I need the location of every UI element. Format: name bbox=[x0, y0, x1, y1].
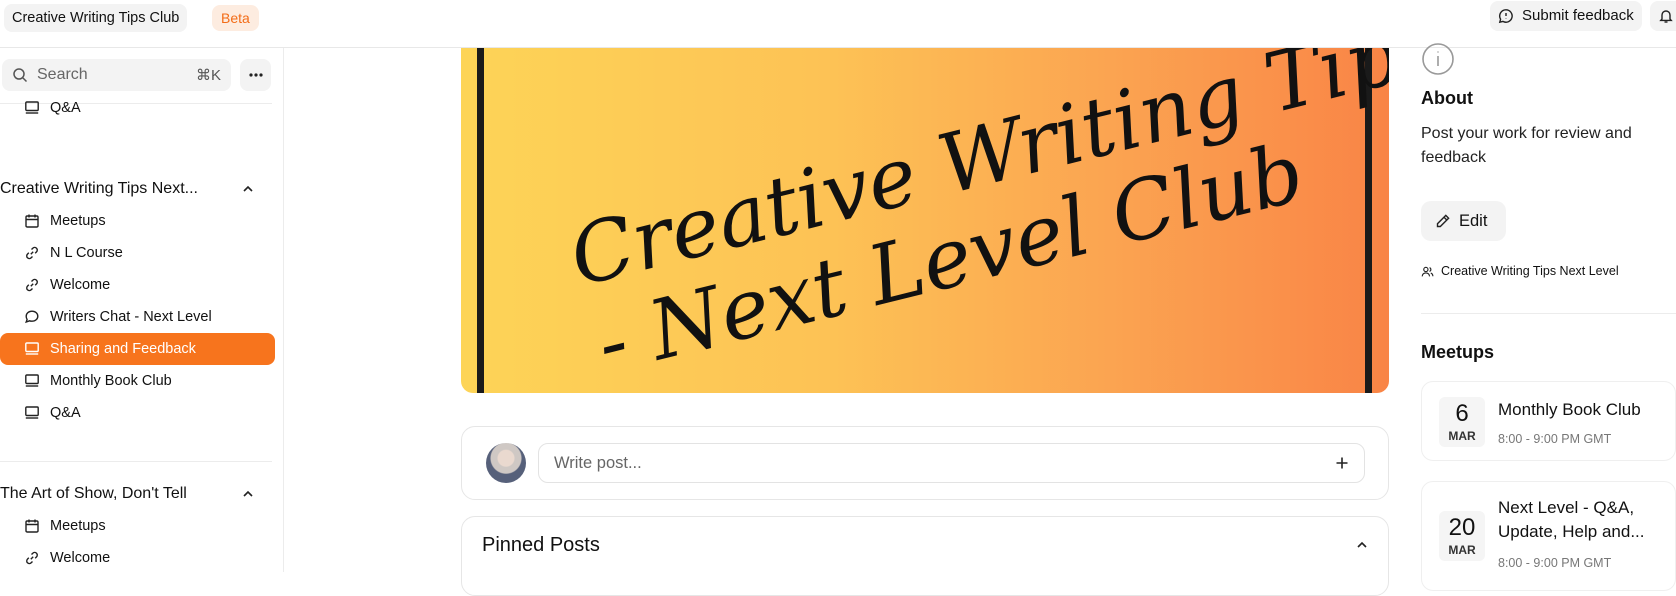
top-bar: Creative Writing Tips Club Beta Submit f… bbox=[0, 0, 1676, 48]
meetup-day: 20 bbox=[1448, 514, 1476, 541]
right-panel: About Post your work for review and feed… bbox=[1421, 43, 1676, 591]
sidebar-item-label: Q&A bbox=[50, 405, 81, 421]
about-title: About bbox=[1421, 88, 1473, 108]
community-link[interactable]: Creative Writing Tips Next Level bbox=[1421, 264, 1619, 278]
pinned-posts-card: Pinned Posts bbox=[461, 516, 1389, 596]
edit-button[interactable]: Edit bbox=[1421, 201, 1506, 241]
divider bbox=[0, 461, 272, 462]
sidebar-item-label: Meetups bbox=[50, 518, 106, 534]
sidebar-item-label: Sharing and Feedback bbox=[50, 341, 196, 357]
chevron-up-icon bbox=[243, 185, 253, 192]
sidebar-item-label: N L Course bbox=[50, 245, 123, 261]
link-icon bbox=[26, 246, 38, 260]
group-title: The Art of Show, Don't Tell bbox=[0, 485, 187, 502]
sidebar-item-writers-chat[interactable]: Writers Chat - Next Level bbox=[0, 301, 275, 333]
sidebar-item-label: Welcome bbox=[50, 550, 111, 566]
meetup-day: 6 bbox=[1455, 400, 1469, 427]
sidebar-item-label: Q&A bbox=[50, 100, 81, 116]
link-icon bbox=[26, 278, 38, 292]
more-options-button[interactable] bbox=[240, 59, 271, 91]
sidebar-item-welcome-2[interactable]: Welcome bbox=[0, 542, 275, 572]
meetup-date: 20 MAR bbox=[1439, 511, 1485, 561]
community-label: Creative Writing Tips Next Level bbox=[1441, 264, 1619, 278]
search-icon bbox=[13, 68, 28, 83]
search-input[interactable]: Search ⌘K bbox=[2, 59, 231, 91]
presentation-icon bbox=[25, 374, 39, 387]
info-icon bbox=[1422, 43, 1454, 75]
meetup-month: MAR bbox=[1448, 429, 1476, 443]
chat-icon bbox=[25, 310, 39, 324]
bell-icon bbox=[1659, 10, 1673, 23]
sidebar-item-meetups[interactable]: Meetups bbox=[0, 205, 275, 237]
write-post-placeholder: Write post... bbox=[554, 453, 642, 472]
group-title: Creative Writing Tips Next... bbox=[0, 180, 198, 197]
chevron-up-icon bbox=[243, 490, 253, 497]
sidebar-item-nl-course[interactable]: N L Course bbox=[0, 237, 275, 269]
meetup-time: 8:00 - 9:00 PM GMT bbox=[1498, 556, 1612, 570]
presentation-icon bbox=[25, 101, 39, 114]
sidebar-item-monthly-book-club[interactable]: Monthly Book Club bbox=[0, 365, 275, 397]
sidebar-item-meetups-2[interactable]: Meetups bbox=[0, 510, 275, 542]
sidebar-item-qa-top[interactable]: Q&A bbox=[0, 92, 275, 124]
search-shortcut: ⌘K bbox=[195, 67, 221, 84]
sidebar: Search ⌘K Q&A Creative Writing Tips Next… bbox=[0, 48, 284, 572]
plus-icon[interactable] bbox=[1334, 455, 1350, 471]
edit-label: Edit bbox=[1459, 211, 1488, 230]
group-art-of-show[interactable]: The Art of Show, Don't Tell bbox=[0, 480, 268, 508]
beta-badge: Beta bbox=[212, 5, 259, 31]
about-description: Post your work for review and feedback bbox=[1421, 125, 1632, 166]
cover-banner: Creative Writing Tips - Next Level Club bbox=[461, 48, 1389, 393]
club-name[interactable]: Creative Writing Tips Club bbox=[4, 4, 188, 32]
write-post-input[interactable]: Write post... bbox=[538, 443, 1365, 483]
users-icon bbox=[1421, 266, 1434, 276]
sidebar-item-welcome[interactable]: Welcome bbox=[0, 269, 275, 301]
sidebar-item-label: Meetups bbox=[50, 213, 106, 229]
write-post-card: Write post... bbox=[461, 426, 1389, 500]
calendar-icon bbox=[25, 519, 39, 533]
pencil-icon bbox=[1436, 214, 1450, 228]
meetup-title: Next Level - Q&A, Update, Help and... bbox=[1498, 498, 1645, 541]
divider bbox=[1421, 313, 1676, 314]
chevron-up-icon[interactable] bbox=[1356, 541, 1368, 549]
sidebar-item-label: Monthly Book Club bbox=[50, 373, 172, 389]
search-placeholder: Search bbox=[37, 66, 88, 83]
presentation-icon bbox=[25, 342, 39, 355]
meetups-title: Meetups bbox=[1421, 342, 1495, 362]
sidebar-item-sharing-feedback[interactable]: Sharing and Feedback bbox=[0, 333, 275, 365]
meetup-time: 8:00 - 9:00 PM GMT bbox=[1498, 432, 1612, 446]
more-icon bbox=[248, 73, 263, 77]
meetup-card[interactable]: 6 MAR Monthly Book Club 8:00 - 9:00 PM G… bbox=[1421, 381, 1676, 461]
submit-feedback-label: Submit feedback bbox=[1522, 7, 1634, 24]
feedback-icon bbox=[1498, 9, 1513, 24]
meetup-date: 6 MAR bbox=[1439, 397, 1485, 447]
meetup-month: MAR bbox=[1448, 543, 1476, 557]
submit-feedback-button[interactable]: Submit feedback bbox=[1490, 1, 1642, 31]
pinned-posts-title: Pinned Posts bbox=[482, 534, 600, 556]
presentation-icon bbox=[25, 406, 39, 419]
meetup-card[interactable]: 20 MAR Next Level - Q&A, Update, Help an… bbox=[1421, 481, 1676, 591]
meetup-title: Monthly Book Club bbox=[1498, 400, 1641, 419]
group-creative-writing-next[interactable]: Creative Writing Tips Next... bbox=[0, 175, 268, 203]
link-icon bbox=[26, 551, 38, 565]
calendar-icon bbox=[25, 214, 39, 228]
banner-text-art: Creative Writing Tips - Next Level Club bbox=[561, 48, 1389, 392]
avatar[interactable] bbox=[486, 443, 526, 483]
notifications-button[interactable] bbox=[1650, 1, 1676, 31]
sidebar-item-label: Welcome bbox=[50, 277, 111, 293]
sidebar-item-label: Writers Chat - Next Level bbox=[50, 309, 212, 325]
sidebar-item-qa[interactable]: Q&A bbox=[0, 397, 275, 429]
